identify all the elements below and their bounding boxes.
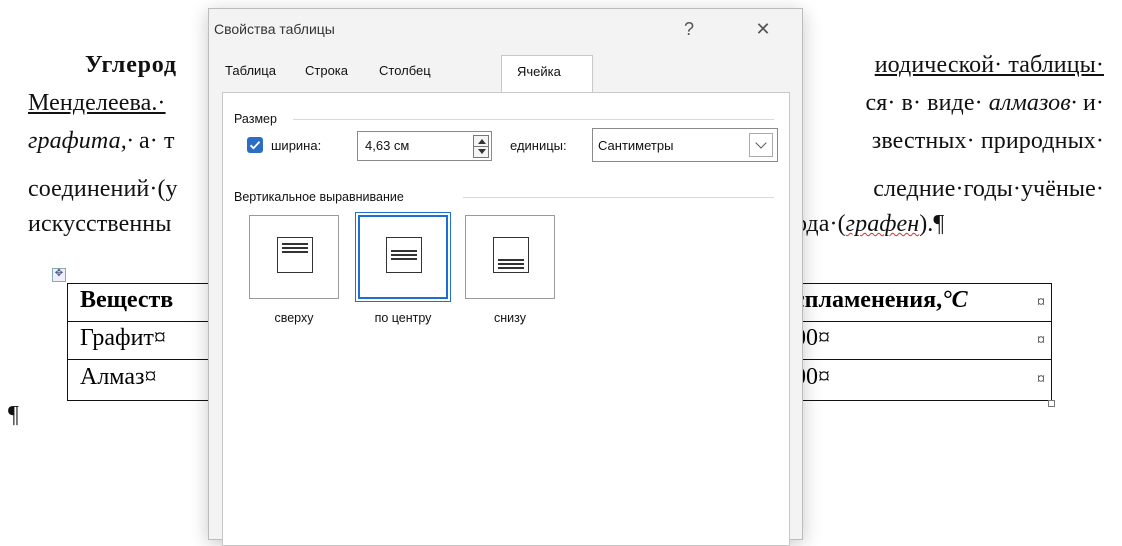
align-center-label: по центру — [374, 311, 432, 325]
tab-row-label: Строка — [305, 63, 349, 78]
units-dropdown-button[interactable] — [749, 133, 773, 157]
width-value: 4,63 см — [365, 138, 410, 153]
table-properties-dialog: Свойства таблицы ? ✕ Таблица Строка Стол… — [208, 8, 803, 546]
tab-column[interactable]: Столбец — [379, 63, 431, 78]
doc-line-5-right: ода·(графен).¶ — [795, 211, 944, 238]
doc-line-1-right: иодической· таблицы· — [875, 52, 1104, 79]
checkmark-icon — [249, 141, 261, 150]
tab-table-label: Таблица — [225, 63, 276, 78]
doc-line-4-left: соединений·(у — [28, 176, 178, 202]
width-checkbox[interactable] — [247, 137, 263, 153]
size-group-divider — [293, 119, 774, 120]
align-center-button[interactable] — [355, 212, 451, 302]
doc-line-5-right-b: ).¶ — [919, 211, 945, 237]
doc-line-5-right-italic: графен — [845, 211, 920, 237]
valign-group-divider — [463, 197, 774, 198]
doc-line-1-left: Углерод — [85, 52, 177, 78]
doc-line-5-left: искусственны — [28, 211, 172, 237]
chevron-down-icon — [755, 137, 767, 149]
table-header-end-mark: ¤ — [1037, 294, 1045, 311]
tab-cell-label: Ячейка — [517, 64, 561, 79]
doc-line-3-left-italic: графита,· — [28, 128, 133, 154]
table-cell-left[interactable]: Алмаз¤ — [80, 364, 156, 391]
align-bottom-icon — [493, 237, 529, 273]
tab-cell[interactable]: Ячейка — [501, 55, 593, 93]
width-stepper[interactable]: 4,63 см — [357, 131, 492, 161]
align-top-label: сверху — [274, 311, 314, 325]
table-row-end-mark: ¤ — [1037, 332, 1045, 349]
table-resize-handle[interactable] — [1048, 400, 1055, 407]
doc-line-3-right: звестных· природных· — [871, 128, 1104, 154]
units-value: Сантиметры — [598, 138, 674, 153]
paragraph-mark: ¶ — [8, 402, 19, 428]
align-top-icon — [277, 237, 313, 273]
doc-line-2-right-a: ся· в· виде· — [865, 90, 983, 116]
table-cell-left[interactable]: Графит¤ — [80, 325, 166, 352]
close-button[interactable]: ✕ — [740, 13, 786, 45]
valign-group-label: Вертикальное выравнивание — [234, 190, 404, 204]
spin-down-icon[interactable] — [478, 149, 486, 154]
units-label: единицы: — [510, 138, 567, 153]
help-button[interactable]: ? — [666, 13, 712, 45]
table-header-right-text: спламенения, — [794, 287, 943, 313]
dialog-titlebar[interactable]: Свойства таблицы ? ✕ — [209, 9, 802, 49]
align-center-icon — [386, 237, 422, 273]
width-label: ширина: — [271, 138, 322, 153]
dialog-title: Свойства таблицы — [214, 21, 335, 37]
doc-line-1-right-text: иодической· таблицы· — [874, 52, 1104, 78]
doc-line-2-right: ся· в· виде· алмазов· и· — [865, 90, 1104, 117]
width-spin-buttons[interactable] — [473, 135, 489, 158]
table-header-right[interactable]: спламенения,°С — [794, 287, 968, 314]
doc-line-2-right-b: и· — [1082, 90, 1104, 116]
table-row-end-mark: ¤ — [1037, 371, 1045, 388]
units-dropdown[interactable]: Сантиметры — [592, 128, 778, 162]
doc-line-4-right: следние·годы·учёные· — [873, 176, 1104, 202]
tab-row[interactable]: Строка — [305, 63, 348, 78]
tab-column-label: Столбец — [379, 63, 431, 78]
doc-line-3-left: графита,· а· т — [28, 128, 175, 155]
doc-line-2-left: Менделеева.· — [28, 90, 166, 117]
size-group-label: Размер — [234, 112, 277, 126]
doc-line-2-left-text: Менделеева.· — [28, 90, 166, 116]
align-top-button[interactable] — [249, 215, 339, 299]
spin-up-icon[interactable] — [478, 139, 486, 144]
align-bottom-button[interactable] — [465, 215, 555, 299]
doc-line-2-right-italic: алмазов· — [988, 90, 1077, 116]
align-bottom-label: снизу — [494, 311, 526, 325]
tab-table[interactable]: Таблица — [225, 63, 276, 78]
table-header-unit: °С — [942, 287, 968, 313]
table-move-handle-icon[interactable]: ✥ — [52, 268, 66, 282]
doc-line-3-left-b: а· т — [139, 128, 175, 154]
spin-divider — [474, 146, 488, 147]
table-header-left[interactable]: Веществ — [80, 287, 173, 314]
